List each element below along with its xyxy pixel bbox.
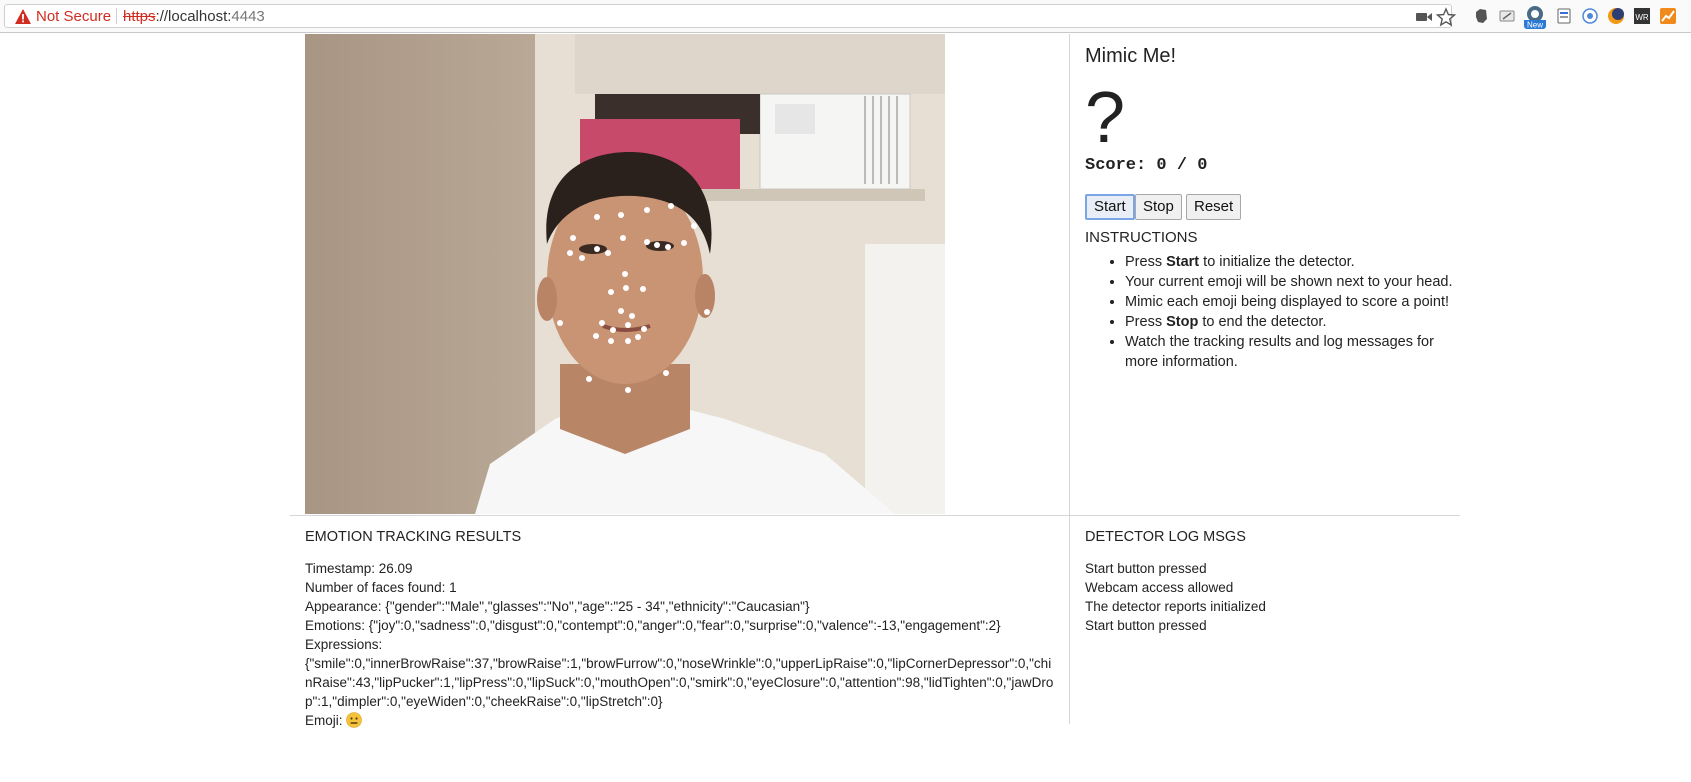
target-emoji: ? [1085, 78, 1126, 158]
results-panel: EMOTION TRACKING RESULTS Timestamp: 26.0… [305, 528, 1065, 730]
instructions-heading: INSTRUCTIONS [1085, 229, 1198, 246]
instruction-item: Your current emoji will be shown next to… [1125, 272, 1455, 292]
log-message: Start button pressed [1085, 561, 1207, 576]
chart-extension-icon[interactable] [1659, 7, 1677, 25]
stop-button[interactable]: Stop [1135, 194, 1182, 220]
warning-icon [15, 9, 31, 24]
wr-extension-icon[interactable]: WR [1633, 7, 1651, 25]
log-panel: DETECTOR LOG MSGS Start button pressed W… [1085, 528, 1455, 635]
log-message: The detector reports initialized [1085, 599, 1266, 614]
evernote-icon[interactable] [1472, 7, 1490, 25]
moon-extension-icon[interactable] [1607, 7, 1625, 25]
url-scheme: https [123, 8, 156, 25]
camera-icon[interactable] [1414, 7, 1434, 27]
security-label[interactable]: Not Secure [36, 8, 111, 25]
timestamp-text: Timestamp: 26.09 [305, 561, 413, 576]
globe-extension-icon[interactable] [1581, 7, 1599, 25]
expressions-label: Expressions: [305, 637, 383, 652]
webcam-image [305, 34, 945, 514]
star-icon[interactable] [1436, 7, 1456, 27]
emoji-row: Emoji: [305, 711, 1065, 730]
url-text[interactable]: https://localhost:4443 [123, 8, 265, 25]
emoji-label: Emoji: [305, 713, 343, 728]
faces-count-text: Number of faces found: 1 [305, 580, 457, 595]
wr-label: WR [1635, 13, 1649, 22]
emotions-text: Emotions: {"joy":0,"sadness":0,"disgust"… [305, 618, 1001, 633]
instruction-item: Watch the tracking results and log messa… [1125, 332, 1455, 372]
address-separator [116, 8, 117, 24]
log-message: Webcam access allowed [1085, 580, 1234, 595]
new-badge: New [1527, 21, 1543, 30]
pencil-icon[interactable] [1498, 7, 1516, 25]
webcam-feed [305, 34, 945, 514]
score-label: Score: [1085, 156, 1147, 175]
score-value: 0 / 0 [1156, 156, 1208, 175]
url-port: 4443 [231, 8, 265, 25]
instruction-item: Mimic each emoji being displayed to scor… [1125, 292, 1455, 312]
results-heading: EMOTION TRACKING RESULTS [305, 529, 522, 545]
instruction-item: Press Stop to end the detector. [1125, 312, 1455, 332]
new-extension-icon[interactable]: New [1524, 5, 1546, 29]
reset-button[interactable]: Reset [1186, 194, 1242, 220]
bookmark-extension-icon[interactable] [1555, 7, 1573, 25]
browser-toolbar: Not Secure https://localhost:4443 New WR [0, 0, 1691, 33]
column-divider [1069, 34, 1070, 724]
page-title: Mimic Me! [1085, 45, 1177, 67]
log-message: Start button pressed [1085, 618, 1207, 633]
row-divider [290, 515, 1460, 516]
address-bar[interactable]: Not Secure https://localhost:4443 [4, 4, 1456, 28]
expressions-text: {"smile":0,"innerBrowRaise":37,"browRais… [305, 656, 1054, 709]
score-display: Score: 0 / 0 [1085, 156, 1207, 175]
start-button[interactable]: Start [1085, 194, 1135, 220]
instructions-list: Press Start to initialize the detector. … [1085, 252, 1455, 372]
instruction-item: Press Start to initialize the detector. [1125, 252, 1455, 272]
log-heading: DETECTOR LOG MSGS [1085, 529, 1246, 545]
appearance-text: Appearance: {"gender":"Male","glasses":"… [305, 599, 810, 614]
neutral-face-emoji-icon [346, 712, 363, 728]
url-host: ://localhost: [155, 8, 232, 25]
